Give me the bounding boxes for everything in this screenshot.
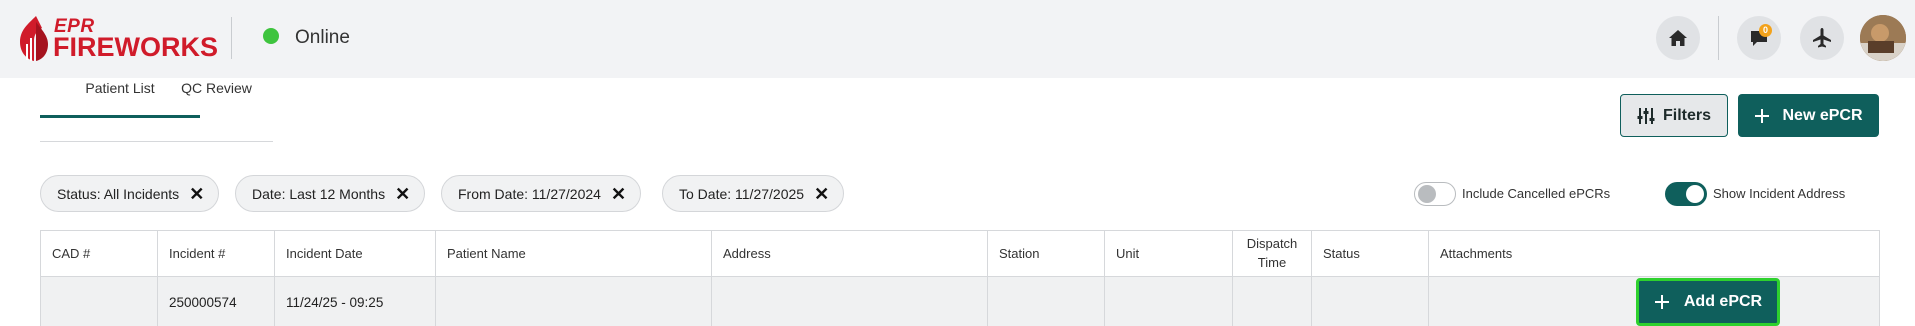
col-header-station[interactable]: Station bbox=[988, 231, 1105, 276]
close-icon[interactable]: ✕ bbox=[395, 185, 410, 203]
header-divider bbox=[231, 17, 232, 59]
filters-button[interactable]: Filters bbox=[1620, 94, 1728, 137]
col-header-status[interactable]: Status bbox=[1312, 231, 1429, 276]
online-status-label: Online bbox=[295, 27, 350, 48]
cell-station bbox=[988, 277, 1105, 326]
header-icons-divider bbox=[1718, 16, 1719, 60]
toggle-knob bbox=[1686, 185, 1704, 203]
tabs-underline bbox=[40, 141, 273, 142]
cell-unit bbox=[1105, 277, 1233, 326]
show-address-toggle[interactable] bbox=[1665, 182, 1707, 206]
brand-line2: FIREWORKS bbox=[53, 32, 218, 62]
add-epcr-label: Add ePCR bbox=[1683, 293, 1763, 310]
filter-chip-from-date[interactable]: From Date: 11/27/2024 ✕ bbox=[441, 175, 642, 212]
dispatch-header-line2: Time bbox=[1257, 254, 1287, 270]
tab-qc-review[interactable]: QC Review bbox=[165, 78, 268, 118]
new-epcr-label: New ePCR bbox=[1782, 106, 1863, 124]
close-icon[interactable]: ✕ bbox=[189, 185, 204, 203]
filter-chip-date[interactable]: Date: Last 12 Months ✕ bbox=[235, 175, 426, 212]
filter-chip-label: To Date: 11/27/2025 bbox=[679, 185, 805, 202]
new-epcr-button[interactable]: New ePCR bbox=[1738, 94, 1879, 137]
col-header-cad[interactable]: CAD # bbox=[41, 231, 158, 276]
filter-chip-status[interactable]: Status: All Incidents ✕ bbox=[40, 175, 220, 212]
show-address-label: Show Incident Address bbox=[1713, 186, 1846, 201]
col-header-incident-number[interactable]: Incident # bbox=[158, 231, 275, 276]
avatar-photo bbox=[1860, 15, 1906, 61]
col-header-address[interactable]: Address bbox=[712, 231, 988, 276]
filter-chip-label: Date: Last 12 Months bbox=[252, 185, 386, 202]
home-icon bbox=[1669, 30, 1687, 46]
brand-logo[interactable]: EPR FIREWORKS bbox=[14, 14, 218, 64]
include-cancelled-toggle[interactable] bbox=[1414, 182, 1456, 206]
table-row[interactable]: 250000574 11/24/25 - 09:25 bbox=[41, 277, 1879, 326]
flame-logo-icon bbox=[20, 16, 48, 61]
cell-status bbox=[1312, 277, 1429, 326]
col-header-unit[interactable]: Unit bbox=[1105, 231, 1233, 276]
cell-incident-number: 250000574 bbox=[158, 277, 275, 326]
cell-cad bbox=[41, 277, 158, 326]
airplane-icon bbox=[1813, 28, 1831, 48]
user-avatar[interactable] bbox=[1860, 15, 1906, 61]
col-header-patient-name[interactable]: Patient Name bbox=[436, 231, 712, 276]
online-status-dot bbox=[263, 28, 279, 44]
cell-patient-name bbox=[436, 277, 712, 326]
plus-icon bbox=[1654, 295, 1669, 309]
add-epcr-button[interactable]: Add ePCR bbox=[1636, 278, 1780, 326]
cell-incident-date: 11/24/25 - 09:25 bbox=[275, 277, 436, 326]
patient-table: CAD # Incident # Incident Date Patient N… bbox=[40, 230, 1880, 326]
home-button[interactable] bbox=[1656, 16, 1700, 60]
col-header-incident-date[interactable]: Incident Date bbox=[275, 231, 436, 276]
filter-chip-label: From Date: 11/27/2024 bbox=[458, 185, 601, 202]
table-header: CAD # Incident # Incident Date Patient N… bbox=[41, 231, 1879, 277]
col-header-attachments[interactable]: Attachments bbox=[1429, 231, 1879, 276]
plus-icon bbox=[1755, 108, 1770, 123]
close-icon[interactable]: ✕ bbox=[611, 185, 626, 203]
filter-chip-label: Status: All Incidents bbox=[57, 185, 180, 202]
col-header-dispatch-time[interactable]: Dispatch Time bbox=[1233, 231, 1312, 276]
dispatch-header-line1: Dispatch bbox=[1246, 235, 1298, 251]
messages-badge: 0 bbox=[1759, 24, 1772, 37]
top-bar: EPR FIREWORKS Online 0 bbox=[0, 0, 1915, 78]
sliders-icon bbox=[1637, 107, 1655, 124]
close-icon[interactable]: ✕ bbox=[814, 185, 829, 203]
filters-label: Filters bbox=[1662, 106, 1711, 124]
cell-address bbox=[712, 277, 988, 326]
messages-button[interactable]: 0 bbox=[1737, 16, 1781, 60]
flight-button[interactable] bbox=[1800, 16, 1844, 60]
filter-chip-to-date[interactable]: To Date: 11/27/2025 ✕ bbox=[662, 175, 845, 212]
toggle-knob bbox=[1418, 185, 1436, 203]
include-cancelled-label: Include Cancelled ePCRs bbox=[1462, 186, 1611, 201]
cell-dispatch-time bbox=[1233, 277, 1312, 326]
